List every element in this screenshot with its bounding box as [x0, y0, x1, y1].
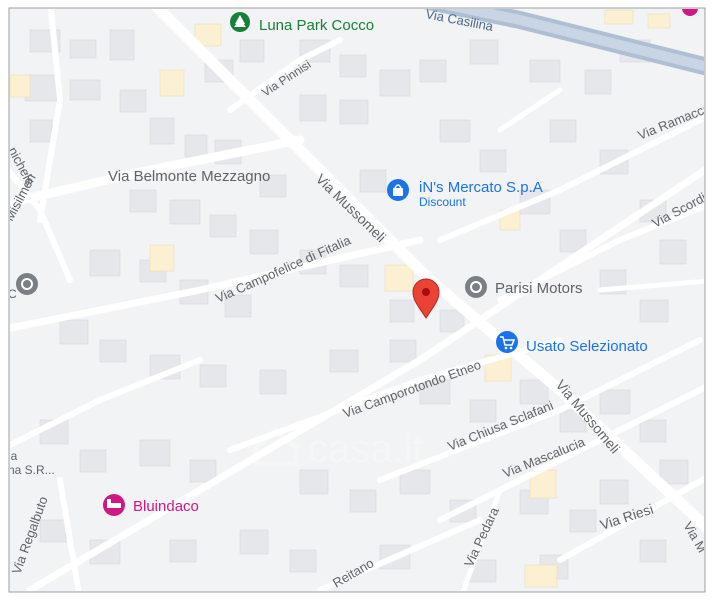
road-label-via-belmonte-mezzagno: Via Belmonte Mezzagno	[108, 168, 270, 185]
poi-parisi-motors[interactable]: Parisi Motors	[465, 276, 583, 298]
poi-bluindaco[interactable]: Bluindaco	[103, 494, 199, 516]
poi-label-bluindaco: Bluindaco	[133, 498, 199, 515]
poi-label-luna-park: Luna Park Cocco	[259, 17, 374, 34]
map-view[interactable]: Via Casilina Via Pinnisi Via Belmonte Me…	[0, 0, 712, 600]
poi-sub-ins-mercato: Discount	[419, 195, 466, 209]
poi-label-usato: Usato Selezionato	[526, 338, 648, 355]
poi-label-ins-mercato: iN's Mercato S.p.A	[419, 179, 543, 196]
poi-left-line1: na S.R...	[8, 463, 55, 477]
shopping-cart-icon	[496, 331, 518, 353]
place-icon	[465, 276, 487, 298]
poi-label-parisi-motors: Parisi Motors	[495, 280, 583, 297]
watermark-text: casa.it	[308, 427, 424, 471]
place-icon	[16, 273, 38, 295]
